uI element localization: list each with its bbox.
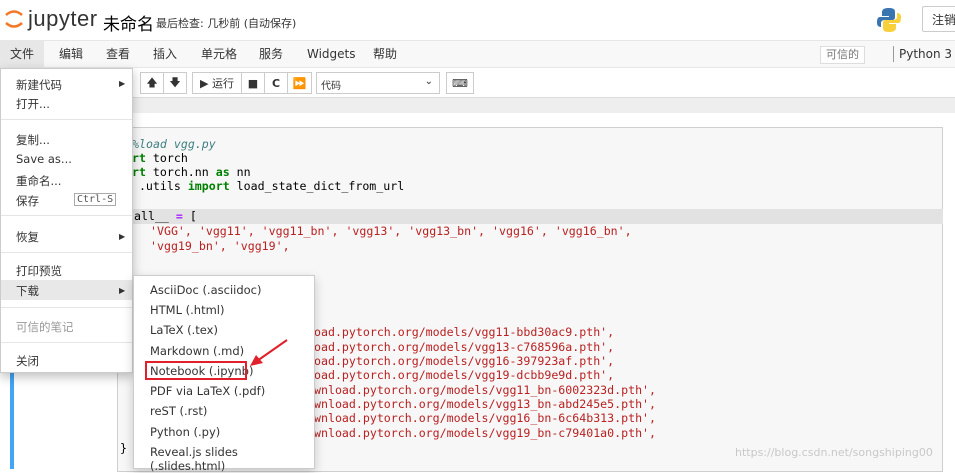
- code-line: oad.pytorch.org/models/vgg13-c768596a.pt…: [314, 340, 615, 354]
- command-palette-button[interactable]: ⌨: [446, 72, 474, 94]
- menu-file[interactable]: 文件: [0, 41, 45, 68]
- code-line: wnload.pytorch.org/models/vgg11_bn-60023…: [314, 383, 657, 397]
- download-pdf[interactable]: PDF via LaTeX (.pdf): [150, 384, 265, 398]
- code-line: 'VGG', 'vgg11', 'vgg11_bn', 'vgg13', 'vg…: [150, 224, 632, 238]
- divider: [1, 252, 132, 253]
- menu-item-download[interactable]: 下载: [16, 283, 39, 299]
- restart-button[interactable]: C: [264, 72, 288, 94]
- checkpoint-status: 最后检查: 几秒前 (自动保存): [156, 17, 297, 30]
- caret-right-icon: ▶: [119, 286, 126, 295]
- menu-cell[interactable]: 单元格: [201, 41, 237, 68]
- menu-kernel[interactable]: 服务: [259, 41, 283, 68]
- arrow-up-icon: 🡅: [146, 75, 158, 89]
- code-line: oad.pytorch.org/models/vgg19-dcbb9e9d.pt…: [314, 368, 615, 382]
- caret-right-icon: ▶: [119, 79, 126, 88]
- code-line: all__ = [: [134, 209, 197, 223]
- code-line: oad.pytorch.org/models/vgg11-bbd30ac9.pt…: [314, 325, 615, 339]
- divider: [1, 119, 132, 120]
- restart-run-all-button[interactable]: ⏩: [287, 72, 312, 94]
- code-line: wnload.pytorch.org/models/vgg16_bn-6c64b…: [314, 411, 657, 425]
- menu-insert[interactable]: 插入: [153, 41, 177, 68]
- play-icon: ▶: [200, 76, 212, 90]
- divider: [1, 342, 132, 343]
- menu-help[interactable]: 帮助: [373, 41, 397, 68]
- file-menu-dropdown: 新建代码 ▶ 打开... 复制... Save as... 重命名... 保存 …: [0, 68, 133, 373]
- menu-item-close[interactable]: 关闭: [16, 353, 39, 369]
- restart-icon: C: [271, 76, 281, 90]
- download-python[interactable]: Python (.py): [150, 425, 220, 439]
- code-line: }: [120, 441, 127, 455]
- menu-item-save[interactable]: 保存: [16, 193, 39, 209]
- menu-widgets[interactable]: Widgets: [307, 41, 356, 68]
- menu-view[interactable]: 查看: [106, 41, 130, 68]
- annotation-arrow-icon: [250, 339, 288, 366]
- menu-item-save-as[interactable]: Save as...: [16, 152, 72, 166]
- cell-type-select[interactable]: 代码 ⌄: [316, 72, 440, 94]
- interrupt-button[interactable]: ■: [241, 72, 265, 94]
- code-line: wnload.pytorch.org/models/vgg19_bn-c7940…: [314, 426, 657, 440]
- toolbar: 🡅 🡇 ▶ 运行 ■ C ⏩ 代码 ⌄ ⌨: [0, 68, 955, 97]
- code-line: %load vgg.py: [132, 137, 216, 151]
- arrow-down-icon: 🡇: [169, 75, 181, 89]
- jupyter-logo[interactable]: jupyter: [4, 6, 98, 32]
- menu-item-revert[interactable]: 恢复: [16, 229, 39, 245]
- menu-edit[interactable]: 编辑: [59, 41, 83, 68]
- cell-type-value: 代码: [321, 81, 341, 92]
- code-line: 'vgg19_bn', 'vgg19',: [150, 239, 290, 253]
- menu-item-trusted-notebook[interactable]: 可信的笔记: [16, 319, 74, 335]
- download-rest[interactable]: reST (.rst): [150, 404, 207, 418]
- menu-item-copy[interactable]: 复制...: [16, 132, 50, 148]
- menu-item-rename[interactable]: 重命名...: [16, 173, 61, 189]
- python-logo-icon: [877, 8, 901, 32]
- header: jupyter 未命名 最后检查: 几秒前 (自动保存) 注销: [0, 0, 955, 40]
- fast-forward-icon: ⏩: [292, 76, 307, 90]
- trusted-badge[interactable]: 可信的: [820, 46, 865, 64]
- download-asciidoc[interactable]: AsciiDoc (.asciidoc): [150, 283, 261, 297]
- download-markdown[interactable]: Markdown (.md): [150, 344, 244, 358]
- move-down-button[interactable]: 🡇: [163, 72, 187, 94]
- run-label: 运行: [211, 77, 234, 90]
- menu-item-print-preview[interactable]: 打印预览: [16, 263, 62, 279]
- save-shortcut: Ctrl-S: [74, 193, 117, 206]
- selected-cell-indicator: [10, 373, 14, 469]
- menu-item-new[interactable]: 新建代码: [16, 77, 62, 93]
- stop-icon: ■: [247, 76, 259, 90]
- logout-button[interactable]: 注销: [922, 6, 955, 32]
- watermark: https://blog.csdn.net/songshiping00: [735, 446, 933, 459]
- menu-item-open[interactable]: 打开...: [16, 96, 50, 112]
- keyboard-icon: ⌨: [452, 76, 468, 90]
- code-line: oad.pytorch.org/models/vgg16-397923af.pt…: [314, 354, 615, 368]
- code-line: wnload.pytorch.org/models/vgg13_bn-abd24…: [314, 397, 657, 411]
- divider: [1, 215, 132, 216]
- kernel-indicator: Python 3: [893, 46, 952, 62]
- toolbar-spacer: [0, 97, 955, 114]
- run-button[interactable]: ▶ 运行: [192, 72, 242, 94]
- download-html[interactable]: HTML (.html): [150, 303, 224, 317]
- jupyter-logo-icon: [5, 10, 23, 28]
- caret-right-icon: ▶: [119, 232, 126, 241]
- notebook-name[interactable]: 未命名: [103, 10, 154, 35]
- logo-text: jupyter: [28, 6, 98, 31]
- download-latex[interactable]: LaTeX (.tex): [150, 323, 218, 337]
- annotation-highlight-box: [145, 361, 247, 380]
- menubar: 文件 编辑 查看 插入 单元格 服务 Widgets 帮助 可信的 Python…: [0, 40, 955, 68]
- chevron-down-icon: ⌄: [424, 76, 433, 87]
- divider: [1, 307, 132, 308]
- current-line-highlight: [118, 209, 943, 224]
- code-line: port torch.nn as nn: [118, 165, 251, 179]
- code-line: om .utils import load_state_dict_from_ur…: [118, 179, 405, 193]
- move-up-button[interactable]: 🡅: [140, 72, 164, 94]
